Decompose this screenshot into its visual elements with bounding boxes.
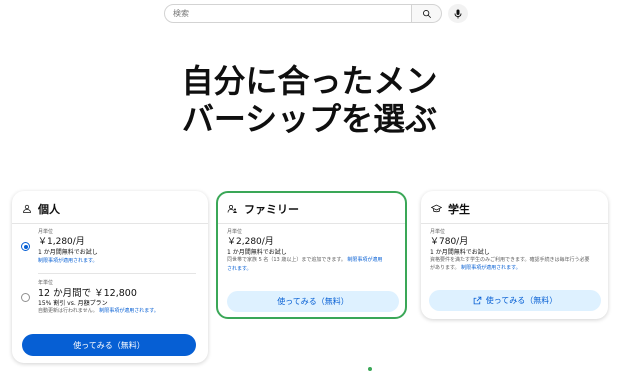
student-plan-desc2: があります。 <box>430 264 460 271</box>
search-button[interactable] <box>412 4 442 23</box>
page-title-line-1: 自分に合ったメン <box>181 62 438 100</box>
individual-try-free-button[interactable]: 使ってみる（無料） <box>22 334 196 356</box>
student-plan-price: ￥780/月 <box>430 237 469 247</box>
annual-plan-option: 年単位 12 か月間で ￥12,800 15% 割引 vs. 月額プラン 自動更… <box>38 280 159 316</box>
monthly-plan-label: 月単位 <box>38 229 54 235</box>
individual-card-title: 個人 <box>38 203 60 216</box>
family-plan-desc-text: 同世帯で家族 5 名（13 歳以上）まで追加できます。 <box>227 257 346 263</box>
search-icon <box>422 9 431 18</box>
student-card-title: 学生 <box>448 203 470 216</box>
student-plan-description: 資格要件を満たす学生のみご利用できます。確認手続きは毎年行う必要 <box>430 257 590 263</box>
card-divider <box>12 223 208 224</box>
plan-separator <box>38 273 196 274</box>
annual-plan-radio[interactable] <box>21 293 30 302</box>
student-plan-label: 月単位 <box>430 229 446 235</box>
annual-plan-note: 自動更新は行われません。 制限事項が適用されます。 <box>38 308 159 316</box>
family-icon <box>227 204 237 213</box>
family-plan-trial: 1 か月間無料でお試し <box>227 249 287 256</box>
student-card-header: 学生 <box>431 201 470 217</box>
family-plan-terms-link-a[interactable]: 制限事項が適用 <box>347 257 382 263</box>
individual-card-header: 個人 <box>22 201 60 217</box>
student-plan-terms-link[interactable]: 制限事項が適用されます。 <box>461 265 521 271</box>
mic-icon <box>454 9 462 18</box>
family-plan-terms-link-b[interactable]: されます。 <box>227 265 382 272</box>
carousel-indicator-dot[interactable] <box>368 367 372 371</box>
family-card-header: ファミリー <box>227 201 299 217</box>
family-monthly-plan: 月単位 ￥2,280/月 1 か月間無料でお試し 同世帯で家族 5 名（13 歳… <box>227 229 382 272</box>
student-try-free-button[interactable]: 使ってみる（無料） <box>429 290 601 311</box>
page-title-line-2: バーシップを選ぶ <box>181 100 438 138</box>
person-icon <box>23 204 31 213</box>
monthly-plan-trial: 1 か月間無料でお試し <box>38 249 98 256</box>
monthly-plan-radio[interactable] <box>21 242 30 251</box>
card-divider <box>421 223 608 224</box>
monthly-plan-price: ￥1,280/月 <box>38 237 85 247</box>
graduation-cap-icon <box>431 204 442 213</box>
annual-plan-label: 年単位 <box>38 280 54 286</box>
student-plan-description-cont: があります。 制限事項が適用されます。 <box>430 265 590 273</box>
student-try-free-label: 使ってみる（無料） <box>485 296 558 305</box>
monthly-plan-terms-link[interactable]: 制限事項が適用されます。 <box>38 257 98 264</box>
family-plan-card: ファミリー 月単位 ￥2,280/月 1 か月間無料でお試し 同世帯で家族 5 … <box>216 191 407 319</box>
family-plan-label: 月単位 <box>227 229 243 235</box>
external-link-icon <box>473 296 481 305</box>
family-card-title: ファミリー <box>244 203 299 216</box>
annual-plan-renewal-note: 自動更新は行われません。 <box>38 308 98 314</box>
voice-search-button[interactable] <box>448 4 468 23</box>
family-try-free-button[interactable]: 使ってみる（無料） <box>227 291 399 312</box>
annual-plan-terms-link[interactable]: 制限事項が適用されます。 <box>99 308 159 314</box>
search-bar <box>164 4 442 23</box>
student-monthly-plan: 月単位 ￥780/月 1 か月間無料でお試し 資格要件を満たす学生のみご利用でき… <box>430 229 590 272</box>
monthly-plan-option: 月単位 ￥1,280/月 1 か月間無料でお試し 制限事項が適用されます。 <box>38 229 98 264</box>
page-title: 自分に合ったメン バーシップを選ぶ <box>0 62 619 138</box>
student-plan-card: 学生 月単位 ￥780/月 1 か月間無料でお試し 資格要件を満たす学生のみご利… <box>421 191 608 319</box>
annual-plan-price: 12 か月間で ￥12,800 <box>38 288 137 299</box>
search-input[interactable] <box>164 4 412 23</box>
family-plan-price: ￥2,280/月 <box>227 237 274 247</box>
card-divider <box>218 223 405 224</box>
family-plan-description: 同世帯で家族 5 名（13 歳以上）まで追加できます。 制限事項が適用 <box>227 257 382 265</box>
annual-plan-discount: 15% 割引 vs. 月額プラン <box>38 300 108 307</box>
student-plan-trial: 1 か月間無料でお試し <box>430 249 490 256</box>
individual-plan-card: 個人 月単位 ￥1,280/月 1 か月間無料でお試し 制限事項が適用されます。… <box>12 191 208 363</box>
